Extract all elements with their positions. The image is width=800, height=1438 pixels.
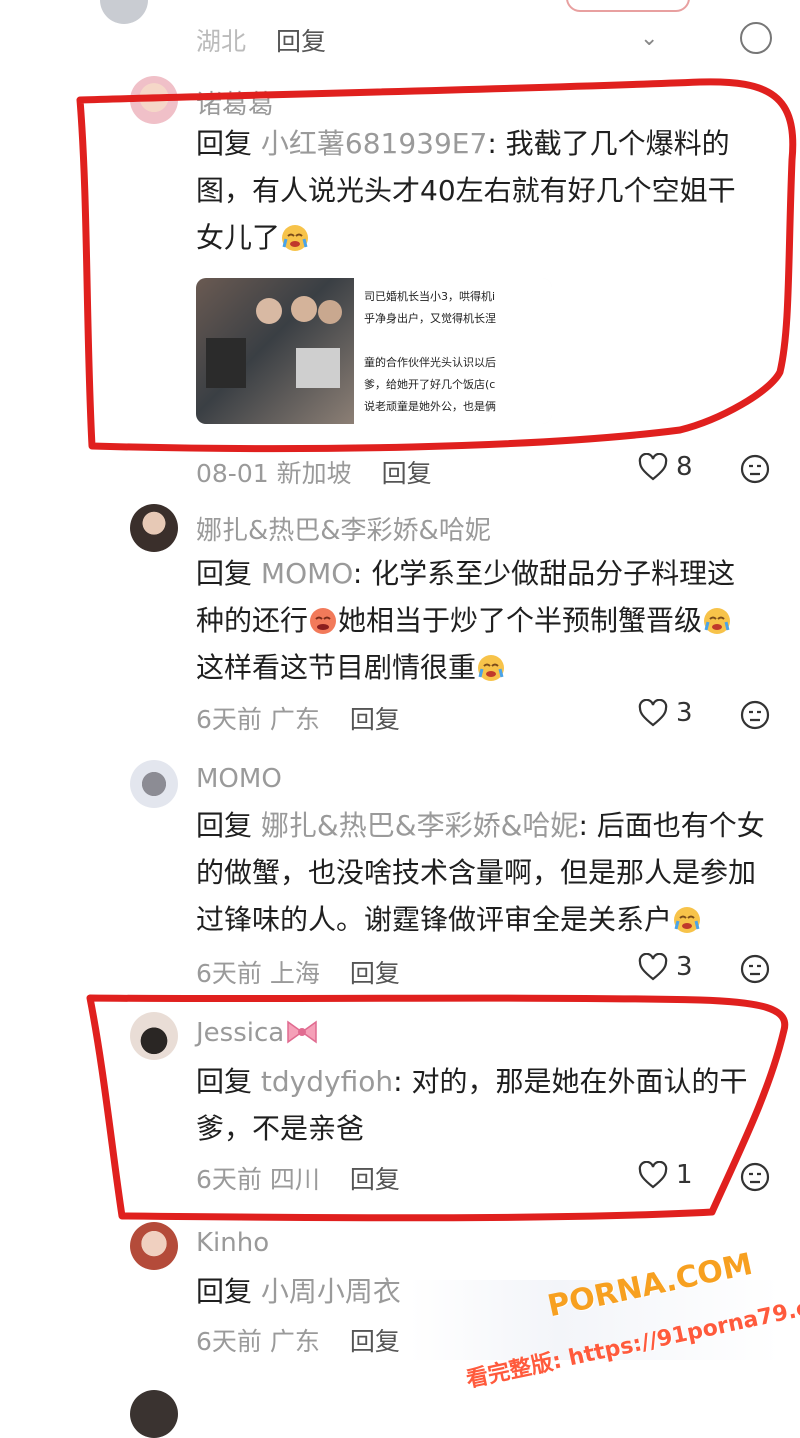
comment-meta: 6天前 广东 回复 bbox=[196, 1327, 400, 1356]
bow-emoji-icon bbox=[287, 1020, 317, 1044]
comment-body: 回复 小红薯681939E7: 我截了几个爆料的 图，有人说光头才40左右就有好… bbox=[196, 127, 736, 254]
chevron-down-icon[interactable]: ⌄ bbox=[640, 26, 658, 51]
like-button[interactable]: 3 bbox=[638, 952, 693, 982]
comment-meta: 6天前 四川 回复 bbox=[196, 1165, 400, 1194]
crying-emoji-icon bbox=[478, 655, 505, 681]
reaction-face-icon[interactable] bbox=[740, 954, 770, 984]
comment-meta: 6天前 广东 回复 bbox=[196, 705, 400, 734]
heart-icon bbox=[638, 453, 668, 481]
comment-author[interactable]: MOMO bbox=[196, 764, 282, 794]
mention-link[interactable]: 娜扎&热巴&李彩娇&哈妮 bbox=[261, 809, 579, 842]
heart-icon bbox=[638, 953, 668, 981]
like-button[interactable]: 3 bbox=[638, 698, 693, 728]
like-button[interactable]: 1 bbox=[638, 1160, 693, 1190]
top-comment-meta: 湖北 回复 bbox=[196, 27, 326, 56]
mention-link[interactable]: 小红薯681939E7 bbox=[261, 127, 487, 160]
avatar[interactable] bbox=[130, 76, 178, 124]
reaction-face-icon[interactable] bbox=[740, 1162, 770, 1192]
comment-author[interactable]: Jessica bbox=[196, 1018, 320, 1048]
image-caption: 司已婚机长当小3，哄得机i 乎净身出户，又觉得机长涅 童的合作伙伴光头认识以后 … bbox=[354, 278, 552, 424]
reply-button[interactable]: 回复 bbox=[382, 459, 432, 488]
crying-emoji-icon bbox=[704, 608, 731, 634]
like-button[interactable]: 8 bbox=[638, 452, 693, 482]
comment-meta: 08-01 新加坡 回复 bbox=[196, 459, 432, 488]
photo-thumbnail bbox=[196, 278, 354, 424]
comment-author[interactable]: Kinho bbox=[196, 1228, 269, 1258]
comment-author[interactable]: 诸葛葛 bbox=[196, 84, 274, 121]
comment-image[interactable]: 司已婚机长当小3，哄得机i 乎净身出户，又觉得机长涅 童的合作伙伴光头认识以后 … bbox=[196, 278, 552, 424]
avatar[interactable] bbox=[130, 1222, 178, 1270]
reaction-face-icon[interactable] bbox=[740, 700, 770, 730]
mention-link[interactable]: 小周小周衣 bbox=[261, 1275, 401, 1308]
comment-body: 回复 tdydyfioh: 对的，那是她在外面认的干 爹，不是亲爸 bbox=[196, 1065, 748, 1145]
mention-link[interactable]: tdydyfioh bbox=[261, 1065, 393, 1098]
avatar[interactable] bbox=[130, 1390, 178, 1438]
like-count: 3 bbox=[676, 698, 693, 728]
comment-body: 回复 MOMO: 化学系至少做甜品分子料理这 种的还行 她相当于炒了个半预制蟹晋级… bbox=[196, 557, 736, 684]
avatar[interactable] bbox=[130, 504, 178, 552]
reply-button[interactable]: 回复 bbox=[350, 1165, 400, 1194]
crying-emoji-icon bbox=[674, 907, 701, 933]
avatar[interactable] bbox=[100, 0, 148, 24]
avatar[interactable] bbox=[130, 1012, 178, 1060]
comment-author[interactable]: 娜扎&热巴&李彩娇&哈妮 bbox=[196, 510, 491, 547]
reply-button[interactable]: 回复 bbox=[350, 1327, 400, 1356]
crying-emoji-icon bbox=[310, 608, 337, 634]
crying-emoji-icon bbox=[282, 225, 309, 251]
reply-button[interactable]: 回复 bbox=[350, 705, 400, 734]
emoji-icon[interactable] bbox=[740, 22, 772, 54]
like-count: 1 bbox=[676, 1160, 693, 1190]
mention-link[interactable]: MOMO bbox=[261, 557, 353, 590]
like-count: 3 bbox=[676, 952, 693, 982]
top-reply-button[interactable] bbox=[566, 0, 690, 12]
reaction-face-icon[interactable] bbox=[740, 454, 770, 484]
avatar[interactable] bbox=[130, 760, 178, 808]
reply-button[interactable]: 回复 bbox=[350, 959, 400, 988]
comment-meta: 6天前 上海 回复 bbox=[196, 959, 400, 988]
heart-icon bbox=[638, 699, 668, 727]
like-count: 8 bbox=[676, 452, 693, 482]
comment-body: 回复 娜扎&热巴&李彩娇&哈妮: 后面也有个女 的做蟹，也没啥技术含量啊，但是那… bbox=[196, 809, 765, 936]
heart-icon bbox=[638, 1161, 668, 1189]
